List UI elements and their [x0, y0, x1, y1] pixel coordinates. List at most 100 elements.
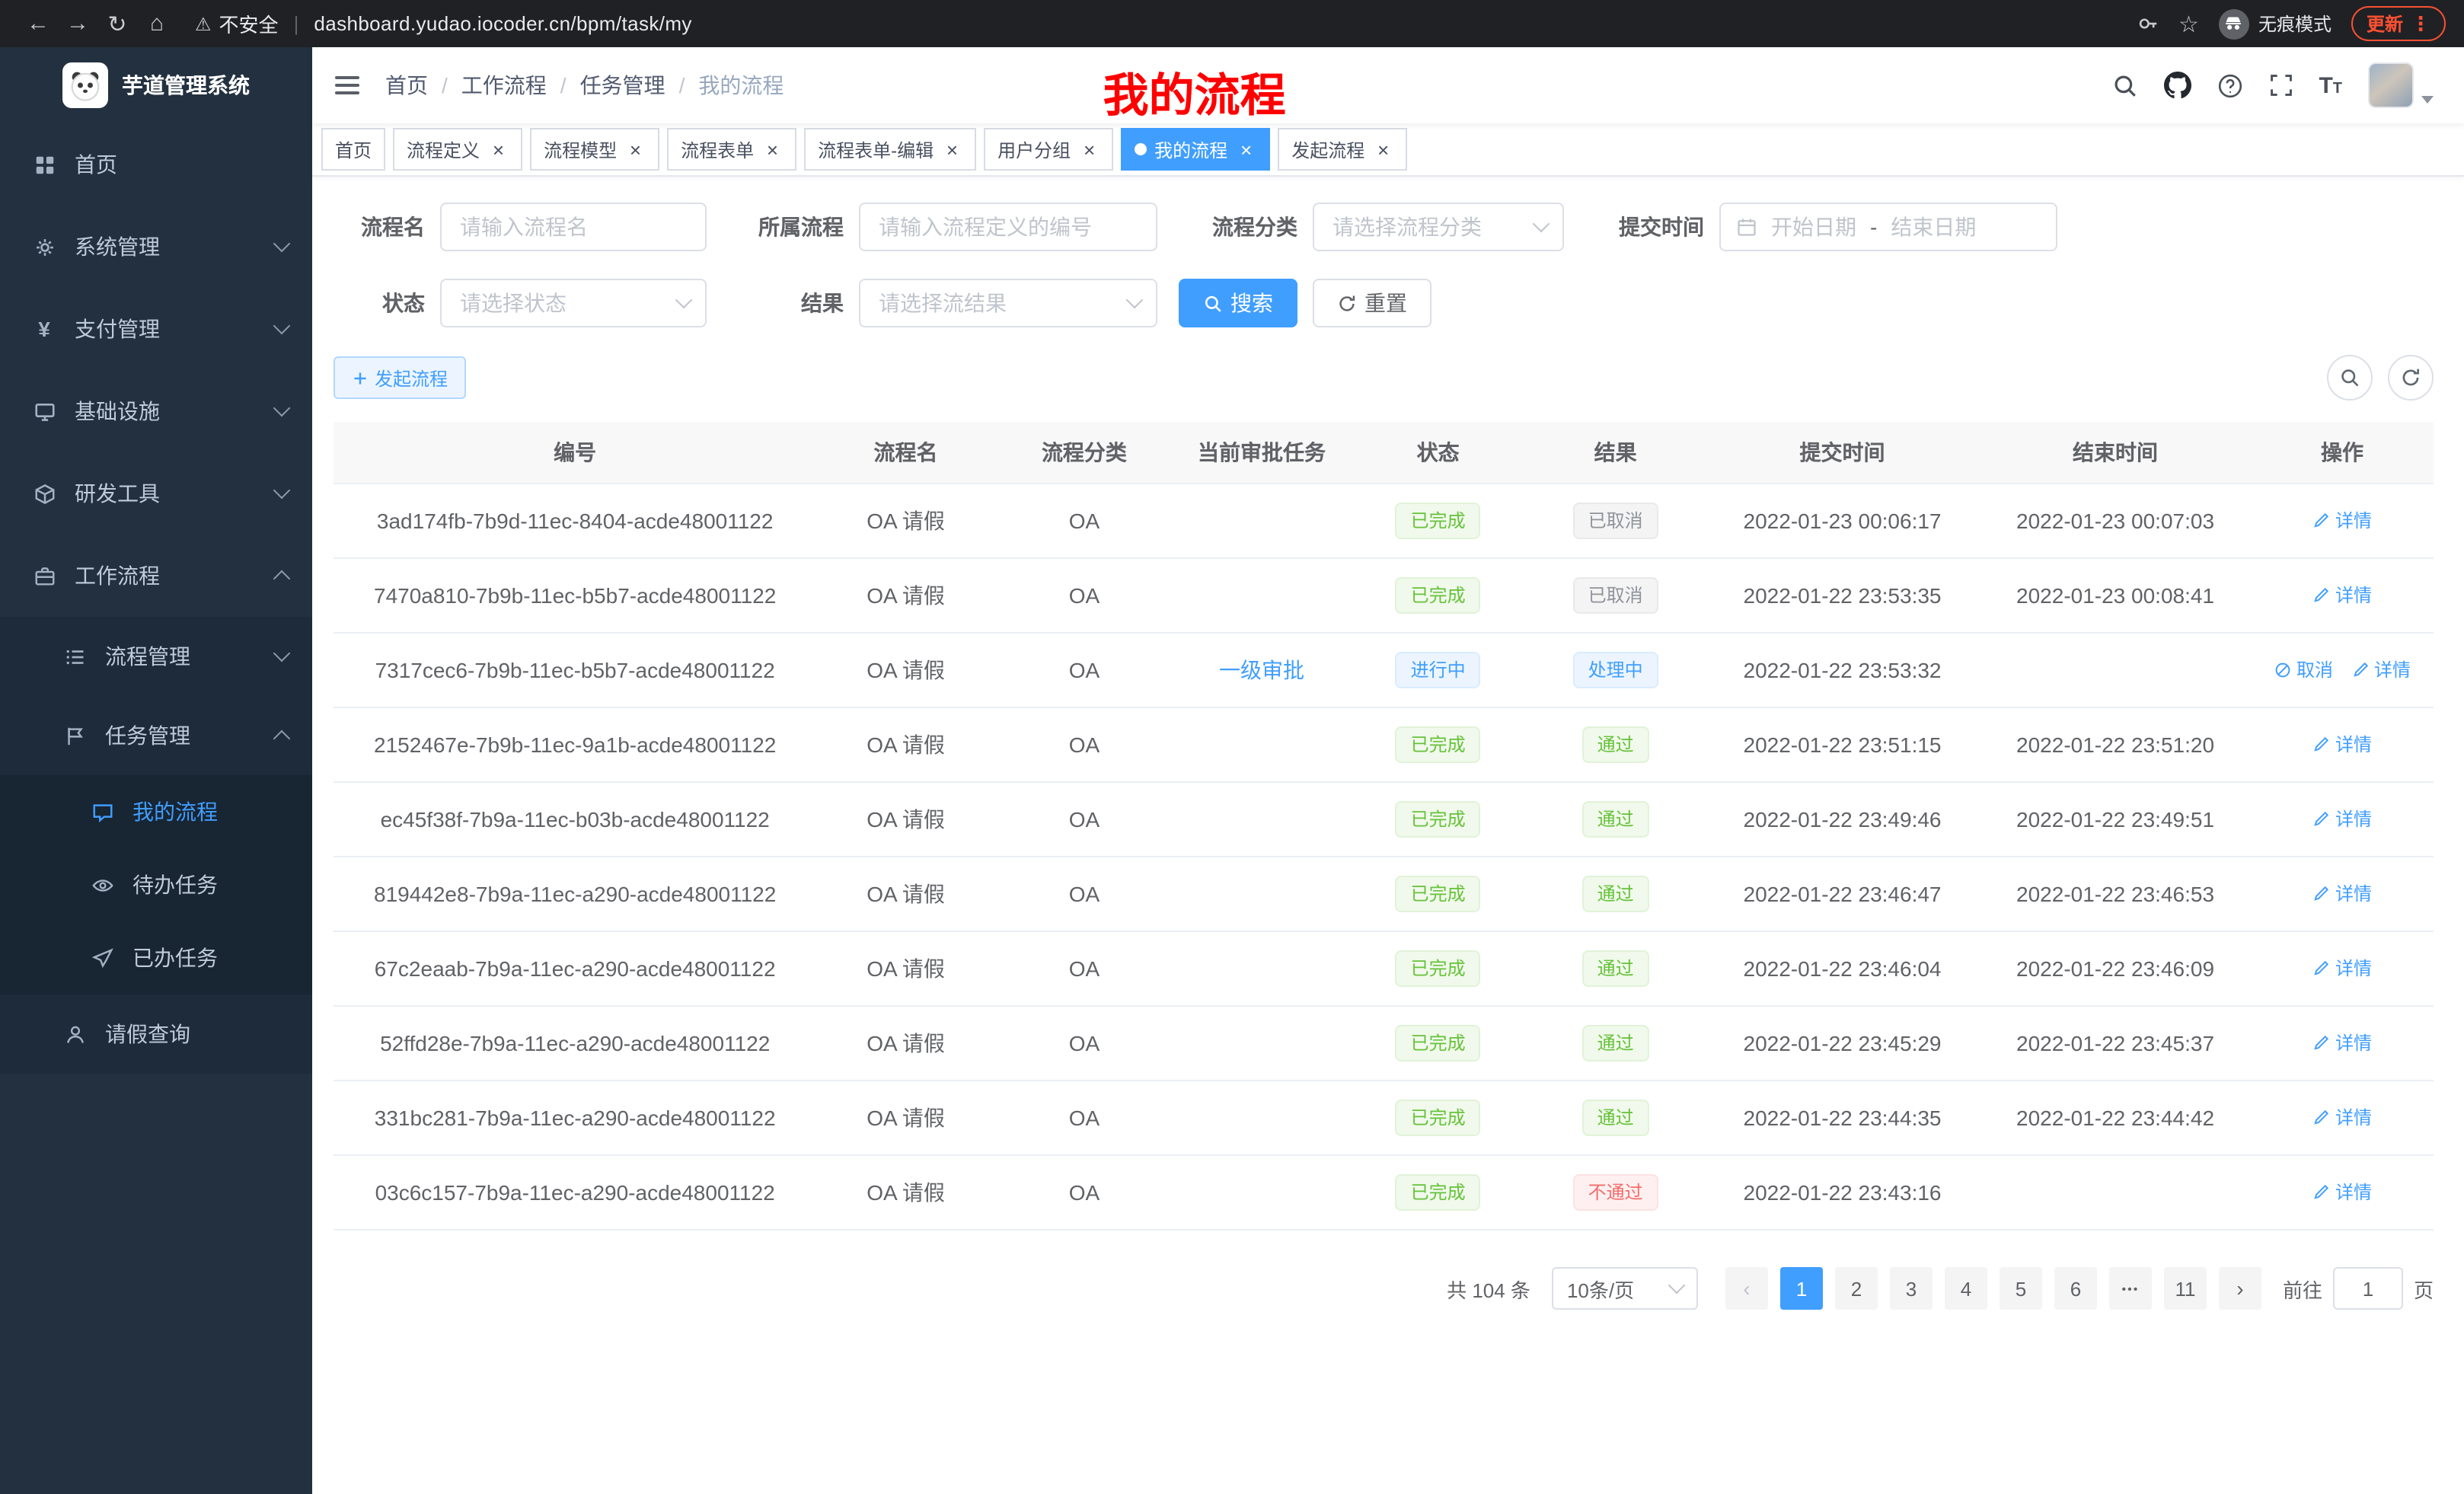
- detail-link[interactable]: 详情: [2312, 956, 2372, 982]
- sidebar-item-system[interactable]: 系统管理: [0, 206, 312, 288]
- detail-link[interactable]: 详情: [2312, 508, 2372, 534]
- security-status[interactable]: ⚠ 不安全: [195, 9, 279, 38]
- toggle-search-button[interactable]: [2327, 355, 2373, 401]
- prev-page-button[interactable]: ‹: [1725, 1267, 1768, 1310]
- tab-流程表单[interactable]: 流程表单×: [667, 128, 796, 171]
- tab-流程模型[interactable]: 流程模型×: [530, 128, 659, 171]
- browser-menu-icon[interactable]: ⋮: [2411, 11, 2430, 36]
- sidebar-item-my-process[interactable]: 我的流程: [0, 775, 312, 848]
- font-size-icon[interactable]: TT: [2319, 72, 2342, 98]
- hamburger-icon[interactable]: [312, 72, 382, 99]
- current-task-link[interactable]: 一级审批: [1219, 658, 1304, 682]
- status-select[interactable]: 请选择状态: [440, 279, 707, 327]
- address-url[interactable]: dashboard.yudao.iocoder.cn/bpm/task/my: [314, 12, 692, 35]
- cell-process-name: OA 请假: [816, 1155, 994, 1230]
- pager-page-1[interactable]: 1: [1780, 1267, 1823, 1310]
- goto-page-input[interactable]: [2333, 1267, 2403, 1310]
- result-select[interactable]: 请选择流结果: [859, 279, 1157, 327]
- sidebar-item-leave-query[interactable]: 请假查询: [0, 994, 312, 1074]
- status-placeholder: 请选择状态: [460, 288, 567, 318]
- pager-page-6[interactable]: 6: [2054, 1267, 2097, 1310]
- cell-process-name: OA 请假: [816, 931, 994, 1006]
- cancel-link[interactable]: 取消: [2274, 657, 2333, 683]
- detail-link[interactable]: 详情: [2351, 657, 2411, 683]
- breadcrumb-item[interactable]: 首页: [385, 70, 428, 101]
- github-icon[interactable]: [2163, 72, 2191, 99]
- sidebar-item-infrastructure[interactable]: 基础设施: [0, 370, 312, 452]
- password-key-icon[interactable]: [2136, 12, 2159, 35]
- tab-close-icon[interactable]: ×: [941, 139, 962, 160]
- bookmark-star-icon[interactable]: ☆: [2178, 10, 2199, 37]
- reload-button[interactable]: ↻: [97, 10, 137, 37]
- detail-link[interactable]: 详情: [2312, 1030, 2372, 1056]
- process-def-input[interactable]: [859, 203, 1157, 251]
- tab-close-icon[interactable]: ×: [624, 139, 646, 160]
- status-label: 状态: [334, 288, 440, 318]
- sidebar-item-done-tasks[interactable]: 已办任务: [0, 921, 312, 994]
- pager-page-5[interactable]: 5: [2000, 1267, 2042, 1310]
- sidebar-item-devtools[interactable]: 研发工具: [0, 452, 312, 535]
- refresh-table-button[interactable]: [2388, 355, 2434, 401]
- avatar[interactable]: [2368, 62, 2414, 108]
- search-button[interactable]: 搜索: [1179, 279, 1297, 327]
- detail-link[interactable]: 详情: [2312, 583, 2372, 608]
- tab-用户分组[interactable]: 用户分组×: [984, 128, 1113, 171]
- page-size-select[interactable]: 10条/页: [1552, 1267, 1698, 1310]
- submit-time-range[interactable]: 开始日期 - 结束日期: [1719, 203, 2057, 251]
- tab-流程定义[interactable]: 流程定义×: [393, 128, 522, 171]
- tab-close-icon[interactable]: ×: [761, 139, 783, 160]
- sidebar-item-process-management[interactable]: 流程管理: [0, 617, 312, 696]
- sidebar-item-task-management[interactable]: 任务管理: [0, 696, 312, 775]
- tab-首页[interactable]: 首页: [321, 128, 385, 171]
- pager-more[interactable]: •••: [2109, 1267, 2152, 1310]
- process-name-input[interactable]: [440, 203, 707, 251]
- cell-submit-time: 2022-01-22 23:45:29: [1705, 1006, 1980, 1081]
- detail-link[interactable]: 详情: [2312, 806, 2372, 832]
- fullscreen-icon[interactable]: [2268, 73, 2293, 97]
- cell-submit-time: 2022-01-22 23:43:16: [1705, 1155, 1980, 1230]
- forward-button[interactable]: →: [58, 11, 97, 37]
- pager-page-3[interactable]: 3: [1890, 1267, 1933, 1310]
- create-process-button[interactable]: 发起流程: [334, 356, 466, 399]
- column-header: 状态: [1350, 422, 1527, 484]
- pager-page-2[interactable]: 2: [1835, 1267, 1878, 1310]
- pager-page-11[interactable]: 11: [2164, 1267, 2207, 1310]
- cell-actions: 详情: [2251, 782, 2434, 857]
- cell-current-task: [1173, 857, 1350, 931]
- cell-status: 进行中: [1350, 633, 1527, 707]
- tab-发起流程[interactable]: 发起流程×: [1278, 128, 1407, 171]
- cell-current-task: [1173, 484, 1350, 558]
- tab-我的流程[interactable]: 我的流程×: [1121, 128, 1270, 171]
- cell-current-task: 一级审批: [1173, 633, 1350, 707]
- detail-link[interactable]: 详情: [2312, 732, 2372, 758]
- tab-close-icon[interactable]: ×: [487, 139, 509, 160]
- incognito-badge: 无痕模式: [2219, 8, 2332, 39]
- sidebar-item-payment[interactable]: ¥ 支付管理: [0, 288, 312, 370]
- reset-button[interactable]: 重置: [1313, 279, 1431, 327]
- monitor-icon: [30, 400, 58, 423]
- detail-link[interactable]: 详情: [2312, 881, 2372, 907]
- sidebar-item-home[interactable]: 首页: [0, 123, 312, 206]
- pagination: 共 104 条 10条/页 ‹ 123456•••11 › 前往 页: [334, 1267, 2434, 1310]
- sidebar-item-workflow[interactable]: 工作流程: [0, 535, 312, 617]
- sidebar-item-todo-tasks[interactable]: 待办任务: [0, 848, 312, 921]
- breadcrumb-item[interactable]: 任务管理: [580, 70, 665, 101]
- tab-close-icon[interactable]: ×: [1078, 139, 1100, 160]
- pager-page-4[interactable]: 4: [1945, 1267, 1987, 1310]
- tab-流程表单-编辑[interactable]: 流程表单-编辑×: [804, 128, 976, 171]
- tab-label: 首页: [335, 136, 372, 162]
- search-icon[interactable]: [2111, 72, 2137, 98]
- category-select[interactable]: 请选择流程分类: [1313, 203, 1564, 251]
- breadcrumb-item[interactable]: 工作流程: [461, 70, 547, 101]
- detail-link[interactable]: 详情: [2312, 1105, 2372, 1131]
- tab-close-icon[interactable]: ×: [1372, 139, 1393, 160]
- next-page-button[interactable]: ›: [2219, 1267, 2261, 1310]
- tab-close-icon[interactable]: ×: [1235, 139, 1256, 160]
- user-menu[interactable]: [2368, 62, 2434, 108]
- home-button[interactable]: ⌂: [137, 11, 177, 37]
- back-button[interactable]: ←: [18, 11, 58, 37]
- update-button[interactable]: 更新 ⋮: [2351, 6, 2446, 41]
- gear-icon: [30, 235, 58, 258]
- help-icon[interactable]: [2217, 72, 2242, 98]
- detail-link[interactable]: 详情: [2312, 1180, 2372, 1205]
